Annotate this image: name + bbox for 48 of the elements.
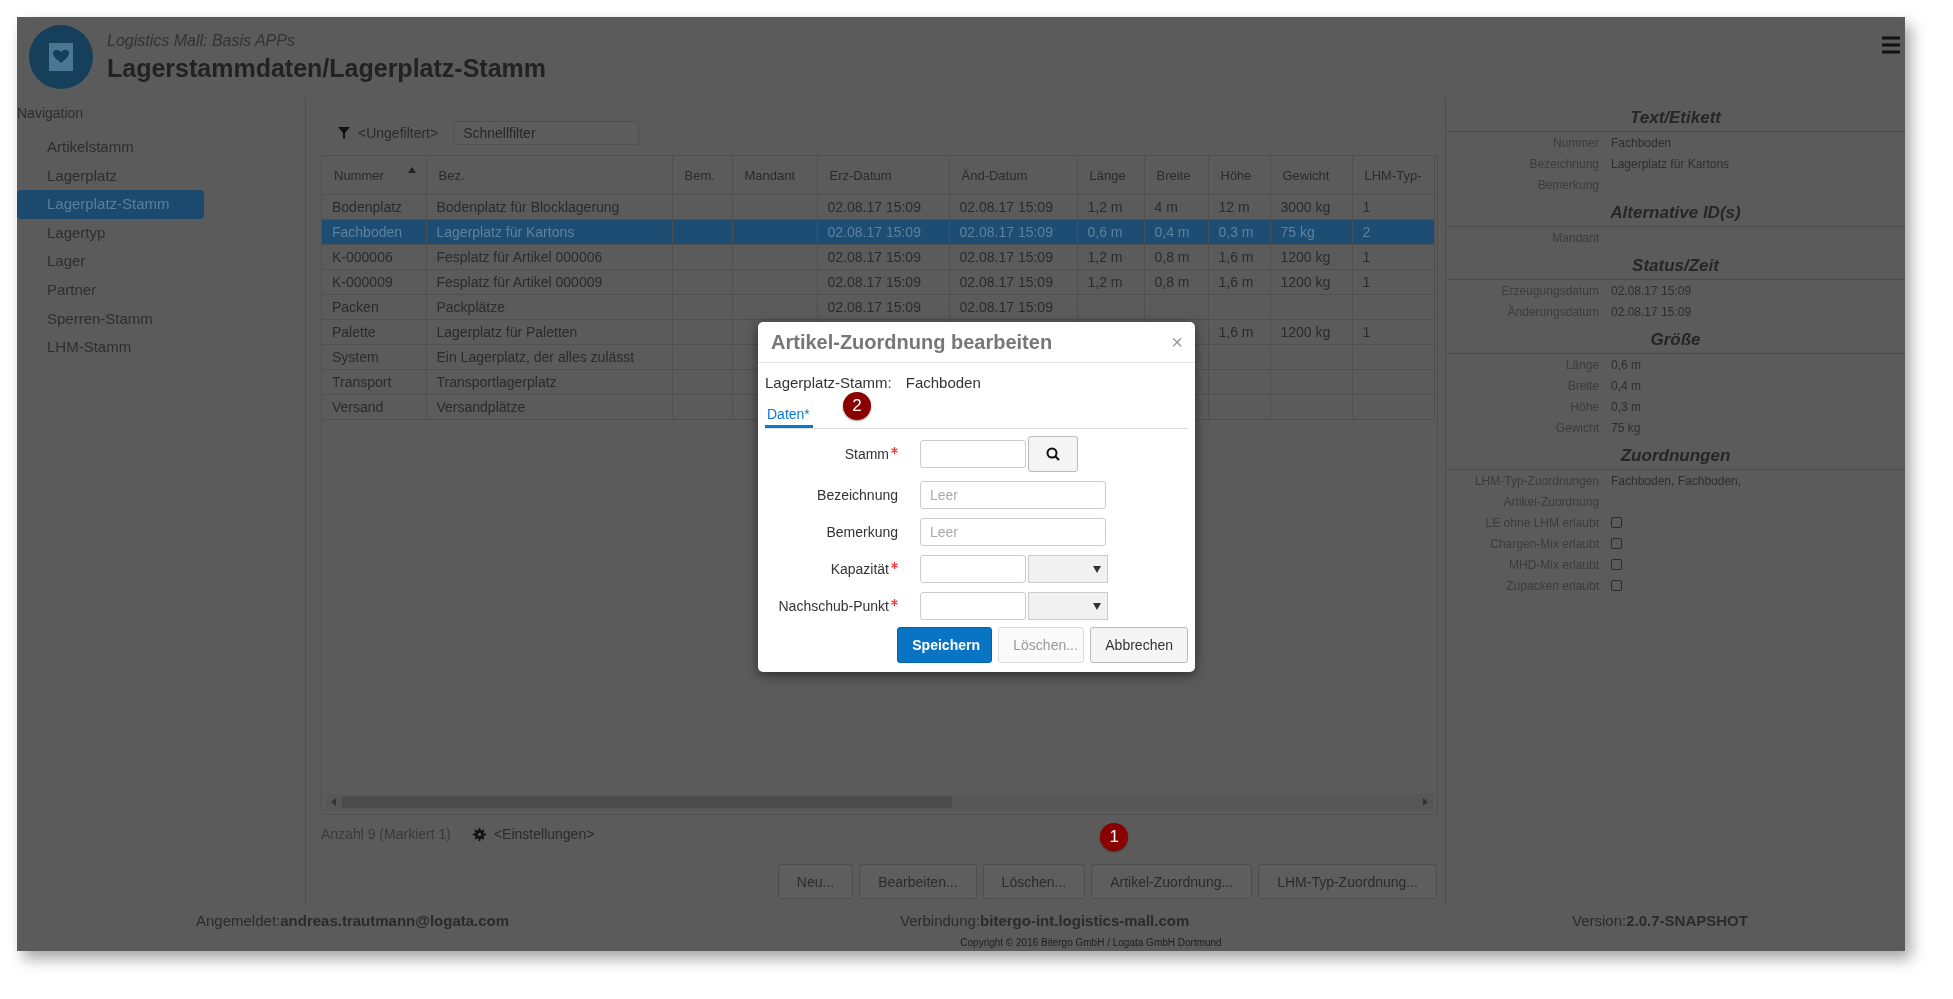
- field-label: Stamm: [844, 446, 889, 462]
- page-title: Lagerstammdaten/Lagerplatz-Stamm: [107, 53, 546, 83]
- field-label: Kapazität: [830, 561, 889, 577]
- field-label: Bezeichnung: [817, 487, 898, 503]
- checkbox[interactable]: [1611, 559, 1622, 570]
- field-label: Nachschub-Punkt: [778, 598, 889, 614]
- menu-icon[interactable]: [1881, 35, 1901, 55]
- gear-icon[interactable]: [472, 827, 486, 841]
- table-cell: Fachboden: [322, 219, 426, 245]
- callout-badge: 1: [1100, 823, 1129, 851]
- scrollbar[interactable]: [326, 794, 1433, 810]
- context-value: Fachboden: [905, 374, 981, 391]
- required-icon: [891, 562, 898, 569]
- dialog-button[interactable]: Speichern: [897, 627, 993, 663]
- search-button[interactable]: [1028, 436, 1078, 472]
- caret-icon: [1093, 602, 1101, 610]
- input-field[interactable]: [920, 592, 1026, 620]
- input-field[interactable]: Leer: [920, 518, 1106, 546]
- unit-dropdown[interactable]: [1028, 555, 1108, 583]
- search-icon: [1046, 447, 1060, 461]
- required-icon: [891, 599, 898, 606]
- checkbox[interactable]: [1611, 517, 1622, 528]
- dialog-title: Artikel-Zuordnung bearbeiten: [771, 330, 1053, 354]
- input-field[interactable]: Leer: [920, 481, 1106, 509]
- quick-filter-field[interactable]: Schnellfilter: [454, 121, 640, 145]
- left-arrow-icon[interactable]: [330, 798, 338, 806]
- logo-icon: [29, 25, 93, 89]
- table-cell: Lagerplatz für Kartons: [426, 219, 672, 245]
- field-label: Bemerkung: [826, 524, 898, 540]
- nav-item[interactable]: Lagerplatz-Stamm: [17, 190, 204, 219]
- checkbox[interactable]: [1611, 538, 1622, 549]
- required-icon: [891, 447, 898, 454]
- table-cell: 2: [1352, 219, 1434, 245]
- checkbox[interactable]: [1611, 580, 1622, 591]
- context-label: Lagerplatz-Stamm:: [765, 374, 892, 391]
- right-arrow-icon[interactable]: [1421, 798, 1429, 806]
- input-field[interactable]: [920, 555, 1026, 583]
- table-cell: 75 kg: [1270, 219, 1352, 245]
- callout-badge: 2: [843, 392, 871, 420]
- unit-dropdown[interactable]: [1028, 592, 1108, 620]
- copyright: Copyright © 2016 Bitergo GmbH / Logata GmbH Dortmund: [960, 937, 1222, 948]
- filter-icon[interactable]: [338, 127, 350, 139]
- close-button[interactable]: ×: [1171, 330, 1183, 354]
- caret-icon: [1093, 565, 1101, 573]
- table-cell: 02.08.17 15:09: [949, 219, 1077, 245]
- dialog-button[interactable]: Abbrechen: [1090, 627, 1188, 663]
- table-cell: 02.08.17 15:09: [817, 219, 949, 245]
- input-field[interactable]: [920, 440, 1026, 468]
